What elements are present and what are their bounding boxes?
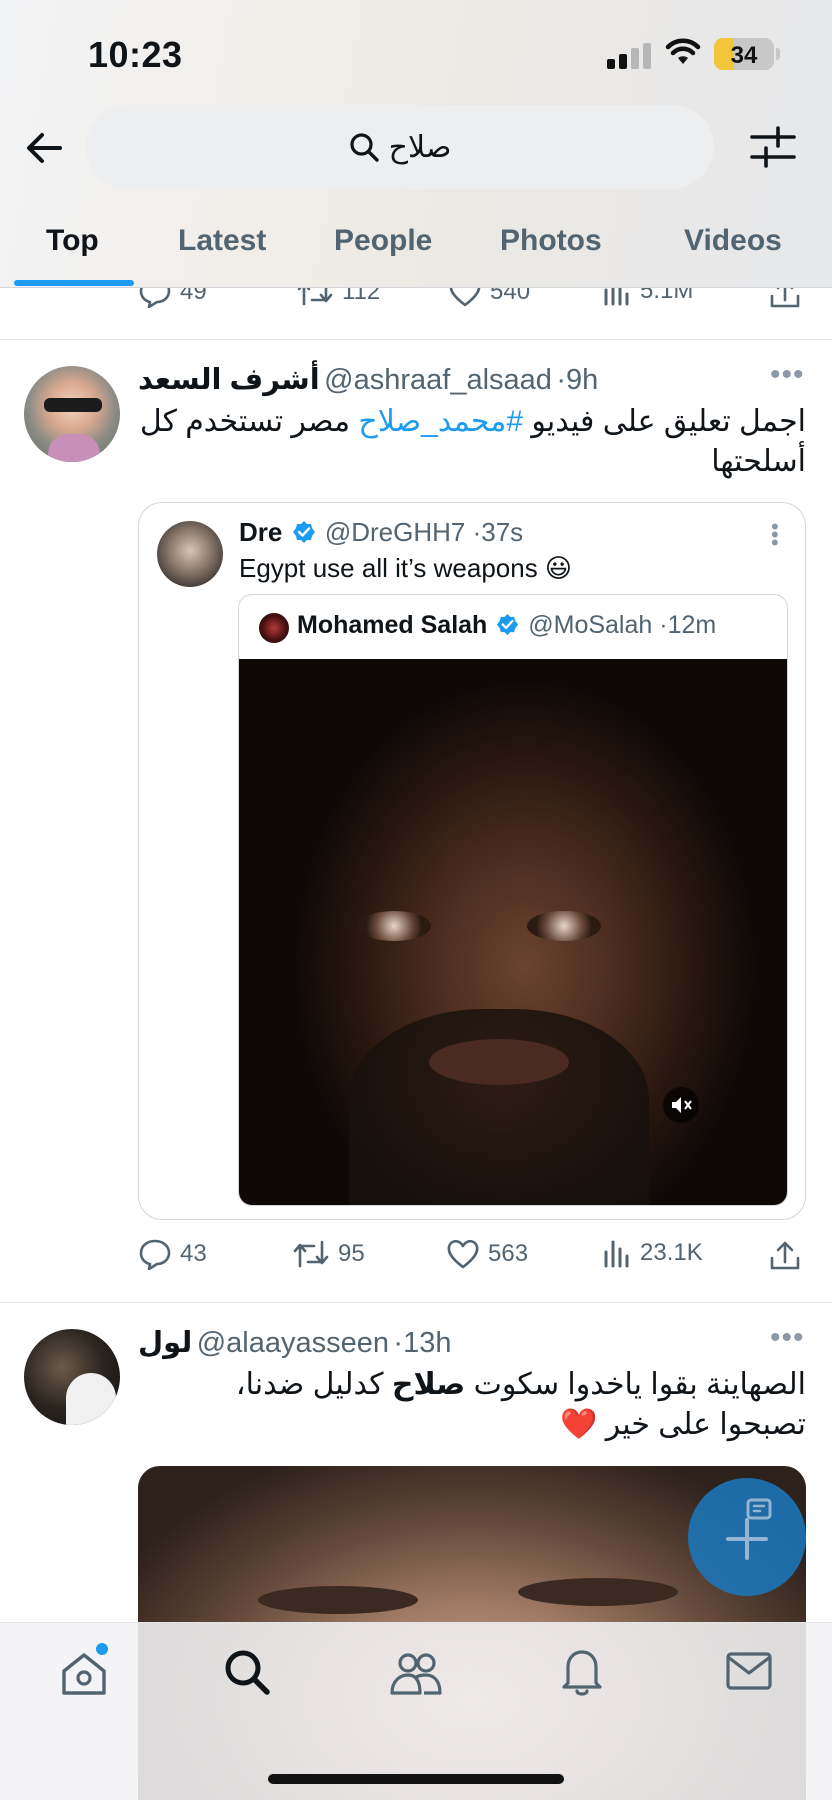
tweet-text-line2: تصبحوا على خير ❤️ [560, 1408, 806, 1441]
dot-separator: · [393, 1327, 404, 1359]
tab-latest[interactable]: Latest [178, 224, 266, 258]
quote-header: Dre @DreGHH7 ·37s [239, 517, 523, 548]
views-button[interactable]: 23.1K [602, 1238, 703, 1268]
tweet-time: 9h [566, 364, 599, 396]
tweet-time: 13h [403, 1327, 452, 1359]
sunglasses-shape [44, 398, 102, 412]
author-name[interactable]: أشرف السعد [138, 364, 320, 396]
tweet-text-highlight: صلاح [391, 1368, 466, 1401]
tweet-text-part1: الصهاينة بقوا ياخدوا سكوت [473, 1368, 806, 1401]
search-tab-icon[interactable] [222, 1647, 272, 1697]
inner-time: 12m [667, 611, 717, 639]
author-name[interactable]: لول [138, 1327, 192, 1359]
reply-icon [139, 1239, 171, 1270]
share-icon[interactable] [768, 1240, 802, 1272]
inner-header: Mohamed Salah @MoSalah ·12m [297, 611, 716, 640]
author-handle[interactable]: @ashraaf_alsaad [324, 364, 552, 396]
quote-more-icon[interactable]: • • • [771, 516, 779, 554]
back-arrow-icon[interactable] [22, 126, 66, 170]
retweet-icon [293, 1240, 329, 1268]
face-brow-left [258, 1586, 418, 1614]
search-tabs: Top Latest People Photos Videos [0, 218, 832, 288]
inner-author-name: Mohamed Salah [297, 611, 488, 639]
reply-button[interactable]: 43 [138, 1238, 207, 1270]
face-eye-left [357, 911, 431, 941]
verified-icon [497, 613, 519, 636]
inner-quoted-tweet[interactable]: Mohamed Salah @MoSalah ·12m [238, 594, 788, 1206]
video-player[interactable] [239, 659, 787, 1205]
face-brow-right [518, 1578, 678, 1606]
notification-dot [96, 1643, 108, 1655]
more-options-icon[interactable]: ••• [770, 1321, 805, 1355]
active-tab-indicator [14, 280, 134, 286]
shirt-shape [48, 434, 100, 462]
views-count: 23.1K [640, 1239, 703, 1266]
dot-separator: · [556, 364, 567, 396]
quote-author-name: Dre [239, 517, 283, 547]
mute-button[interactable] [663, 1087, 699, 1123]
wifi-icon [665, 38, 701, 64]
battery-nub [776, 48, 780, 60]
bell-icon[interactable] [558, 1645, 606, 1699]
face-eye-right [527, 911, 601, 941]
communities-icon[interactable] [388, 1647, 444, 1697]
quote-text: Egypt use all it’s weapons 😃 [239, 553, 573, 583]
hashtag-link[interactable]: #محمد_صلاح [358, 405, 523, 438]
battery-indicator: 34 [714, 38, 774, 70]
tab-photos[interactable]: Photos [500, 224, 602, 258]
like-icon [447, 1239, 479, 1269]
tweet-text-part2: كدليل ضدنا، [235, 1368, 384, 1401]
search-icon [350, 133, 379, 162]
tab-videos[interactable]: Videos [684, 224, 782, 258]
quote-time: 37s [481, 517, 524, 547]
avatar[interactable] [24, 366, 120, 462]
mute-icon [672, 1097, 692, 1113]
face-mouth [429, 1039, 569, 1085]
mail-icon[interactable] [724, 1649, 774, 1693]
compose-icon [726, 1498, 772, 1560]
battery-level-text: 34 [730, 42, 758, 69]
quote-author-handle: @DreGHH7 [324, 517, 466, 547]
signal-icon [607, 43, 651, 69]
search-input[interactable]: صلاح [86, 105, 714, 189]
search-query: صلاح [388, 130, 452, 164]
retweet-button[interactable]: 95 [292, 1238, 365, 1270]
tweet-header: لول @alaayasseen ·13h [138, 1325, 451, 1360]
inner-author-handle: @MoSalah [528, 611, 653, 639]
dot-separator: · [472, 517, 482, 547]
tweet-text: اجمل تعليق على فيديو #محمد_صلاح مصر تستخ… [138, 402, 806, 482]
author-handle[interactable]: @alaayasseen [197, 1327, 389, 1359]
like-button[interactable]: 563 [446, 1238, 528, 1270]
quote-avatar [157, 521, 223, 587]
tweet-header: أشرف السعد @ashraaf_alsaad ·9h [138, 362, 598, 397]
verified-icon [292, 521, 315, 543]
views-icon [604, 1240, 629, 1268]
tweet-text-part1: اجمل تعليق على فيديو [531, 405, 806, 438]
dot-separator: · [659, 611, 668, 639]
tweet-text: الصهاينة بقوا ياخدوا سكوت صلاح كدليل ضدن… [138, 1365, 806, 1445]
like-count: 563 [488, 1240, 529, 1267]
tab-top[interactable]: Top [46, 224, 99, 258]
reply-count: 43 [180, 1240, 207, 1267]
shirt-shape [66, 1373, 116, 1425]
more-options-icon[interactable]: ••• [770, 358, 805, 392]
compose-button[interactable] [688, 1478, 806, 1596]
home-indicator [268, 1774, 564, 1784]
retweet-count: 95 [338, 1240, 365, 1267]
filter-icon[interactable] [748, 124, 798, 170]
avatar[interactable] [24, 1329, 120, 1425]
tab-people[interactable]: People [334, 224, 432, 258]
top-header: 10:23 34 صلاح Top Latest People Photos V… [0, 0, 832, 288]
inner-avatar [259, 613, 289, 643]
status-time: 10:23 [88, 34, 183, 75]
